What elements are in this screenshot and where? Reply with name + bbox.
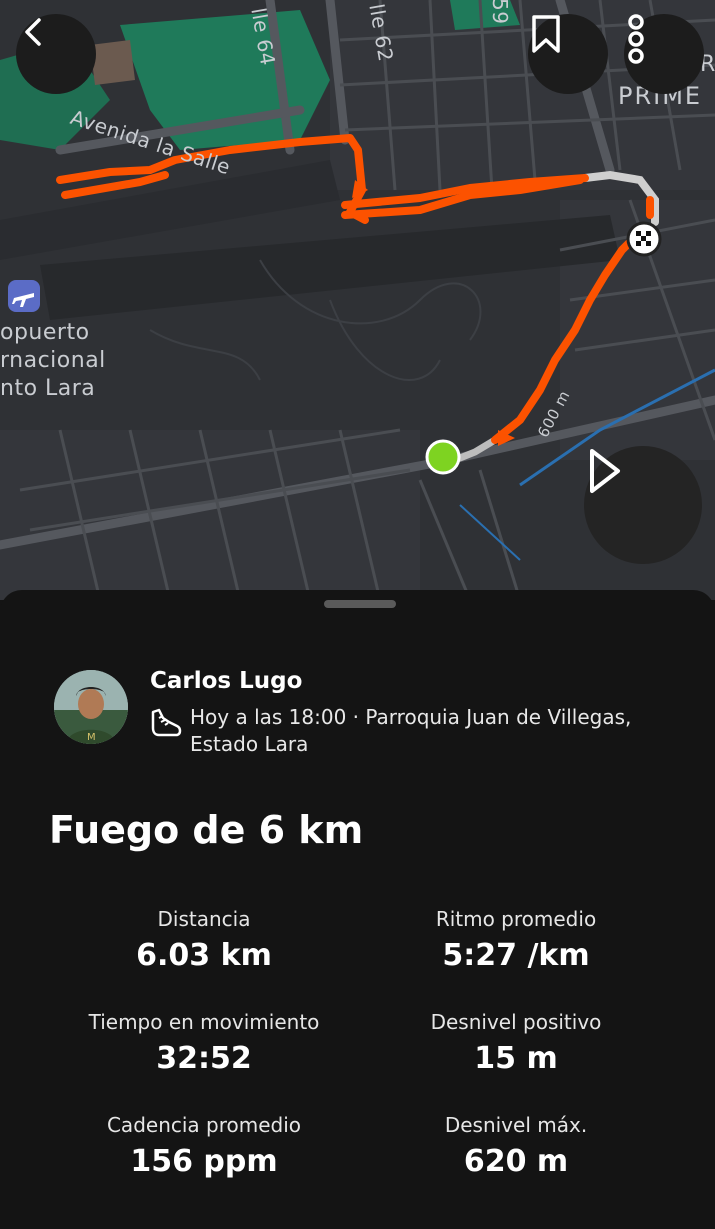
bookmark-icon — [532, 15, 560, 53]
stat-label: Tiempo en movimiento — [88, 1010, 320, 1034]
map-label-airport-2: rnacional — [0, 348, 106, 373]
svg-text:M: M — [87, 732, 96, 743]
stat-distance: Distancia 6.03 km — [49, 906, 359, 973]
chevron-left-icon — [25, 18, 41, 46]
stat-max-elevation: Desnivel máx. 620 m — [361, 1112, 671, 1179]
stat-label: Desnivel positivo — [430, 1010, 602, 1034]
activity-meta: Hoy a las 18:00 · Parroquia Juan de Vill… — [190, 705, 632, 756]
map-label-airport-1: opuerto — [0, 320, 90, 345]
stat-elevation-gain: Desnivel positivo 15 m — [361, 1009, 671, 1076]
more-vertical-icon — [628, 14, 644, 64]
back-button[interactable] — [16, 14, 96, 94]
map-label-street-59: 59 — [488, 0, 512, 25]
bookmark-button[interactable] — [528, 14, 608, 94]
activity-sheet: M Carlos Lugo Hoy a las 18:00 · Parroqui… — [0, 590, 715, 1229]
stat-label: Ritmo promedio — [435, 907, 597, 931]
play-icon — [590, 449, 620, 493]
airport-icon — [8, 280, 40, 312]
stat-value: 5:27 /km — [442, 938, 590, 973]
play-flyover-button[interactable] — [584, 446, 702, 564]
map-label-airport-3: nto Lara — [0, 376, 96, 401]
avatar-photo: M — [54, 670, 128, 744]
sheet-drag-handle[interactable] — [324, 600, 396, 608]
stat-avg-pace: Ritmo promedio 5:27 /km — [361, 906, 671, 973]
stat-value: 15 m — [474, 1041, 558, 1076]
route-map[interactable]: lle 64 lle 62 59 Avenida la Salle PRIME … — [0, 0, 715, 600]
stat-label: Desnivel máx. — [444, 1113, 588, 1137]
more-options-button[interactable] — [624, 14, 704, 94]
stat-value: 6.03 km — [136, 938, 272, 973]
stat-moving-time: Tiempo en movimiento 32:52 — [49, 1009, 359, 1076]
stat-value: 156 ppm — [130, 1144, 278, 1179]
stat-value: 32:52 — [156, 1041, 252, 1076]
stat-label: Cadencia promedio — [106, 1113, 302, 1137]
athlete-name[interactable]: Carlos Lugo — [150, 668, 302, 694]
running-shoe-icon — [151, 708, 182, 737]
athlete-avatar[interactable]: M — [54, 670, 128, 744]
stat-avg-cadence: Cadencia promedio 156 ppm — [49, 1112, 359, 1179]
stat-value: 620 m — [463, 1144, 569, 1179]
activity-title: Fuego de 6 km — [49, 808, 364, 852]
stat-label: Distancia — [157, 907, 251, 931]
